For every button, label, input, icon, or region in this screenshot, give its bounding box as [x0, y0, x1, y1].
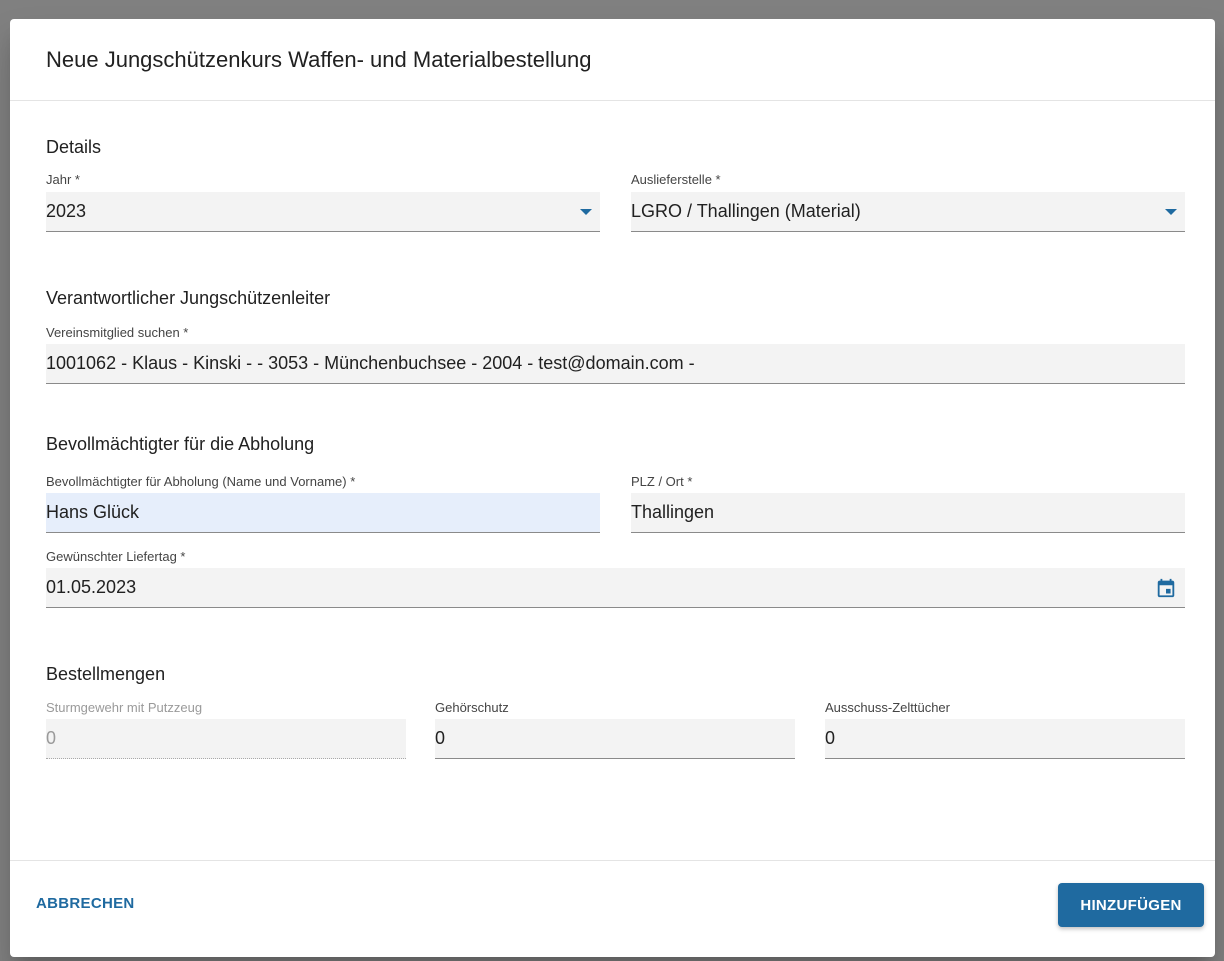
footer-divider	[10, 860, 1215, 861]
auslieferstelle-label: Auslieferstelle *	[631, 172, 721, 187]
member-search-value: 1001062 - Klaus - Kinski - - 3053 - Münc…	[46, 353, 695, 373]
section-abholung-heading: Bevollmächtigter für die Abholung	[46, 434, 315, 454]
plz-ort-value: Thallingen	[631, 502, 715, 522]
jahr-label: Jahr *	[46, 172, 80, 187]
order-dialog: Neue Jungschützenkurs Waffen- und Materi…	[10, 19, 1215, 957]
abholung-name-label: Bevollmächtigter für Abholung (Name und …	[46, 474, 356, 489]
sturmgewehr-input: 0	[46, 719, 406, 759]
calendar-icon[interactable]	[1155, 577, 1177, 599]
plz-ort-input[interactable]: Thallingen	[631, 493, 1185, 533]
chevron-down-icon	[580, 209, 592, 215]
sturmgewehr-label: Sturmgewehr mit Putzzeug	[46, 700, 203, 715]
section-leiter-heading: Verantwortlicher Jungschützenleiter	[46, 288, 331, 308]
liefertag-input[interactable]: 01.05.2023	[46, 568, 1185, 608]
add-button[interactable]: HINZUFÜGEN	[1058, 883, 1204, 927]
header-divider	[10, 100, 1215, 101]
section-bestellmengen-heading: Bestellmengen	[46, 664, 166, 684]
liefertag-value: 01.05.2023	[46, 577, 137, 597]
section-details-heading: Details	[46, 137, 102, 157]
gehoerschutz-input[interactable]: 0	[435, 719, 795, 759]
auslieferstelle-value: LGRO / Thallingen (Material)	[631, 201, 861, 221]
zelttuecher-input[interactable]: 0	[825, 719, 1185, 759]
gehoerschutz-label: Gehörschutz	[435, 700, 509, 715]
abholung-name-input[interactable]: Hans Glück	[46, 493, 600, 533]
auslieferstelle-select[interactable]: LGRO / Thallingen (Material)	[631, 192, 1185, 232]
jahr-select[interactable]: 2023	[46, 192, 600, 232]
cancel-button[interactable]: ABBRECHEN	[36, 895, 135, 912]
gehoerschutz-value: 0	[435, 728, 446, 748]
sturmgewehr-value: 0	[46, 728, 57, 748]
zelttuecher-label: Ausschuss-Zelttücher	[825, 700, 950, 715]
zelttuecher-value: 0	[825, 728, 836, 748]
plz-ort-label: PLZ / Ort *	[631, 474, 693, 489]
abholung-name-value: Hans Glück	[46, 502, 140, 522]
member-search-input[interactable]: 1001062 - Klaus - Kinski - - 3053 - Münc…	[46, 344, 1185, 384]
jahr-value: 2023	[46, 201, 87, 221]
chevron-down-icon	[1165, 209, 1177, 215]
liefertag-label: Gewünschter Liefertag *	[46, 549, 186, 564]
member-search-label: Vereinsmitglied suchen *	[46, 325, 189, 340]
dialog-title: Neue Jungschützenkurs Waffen- und Materi…	[46, 47, 592, 72]
